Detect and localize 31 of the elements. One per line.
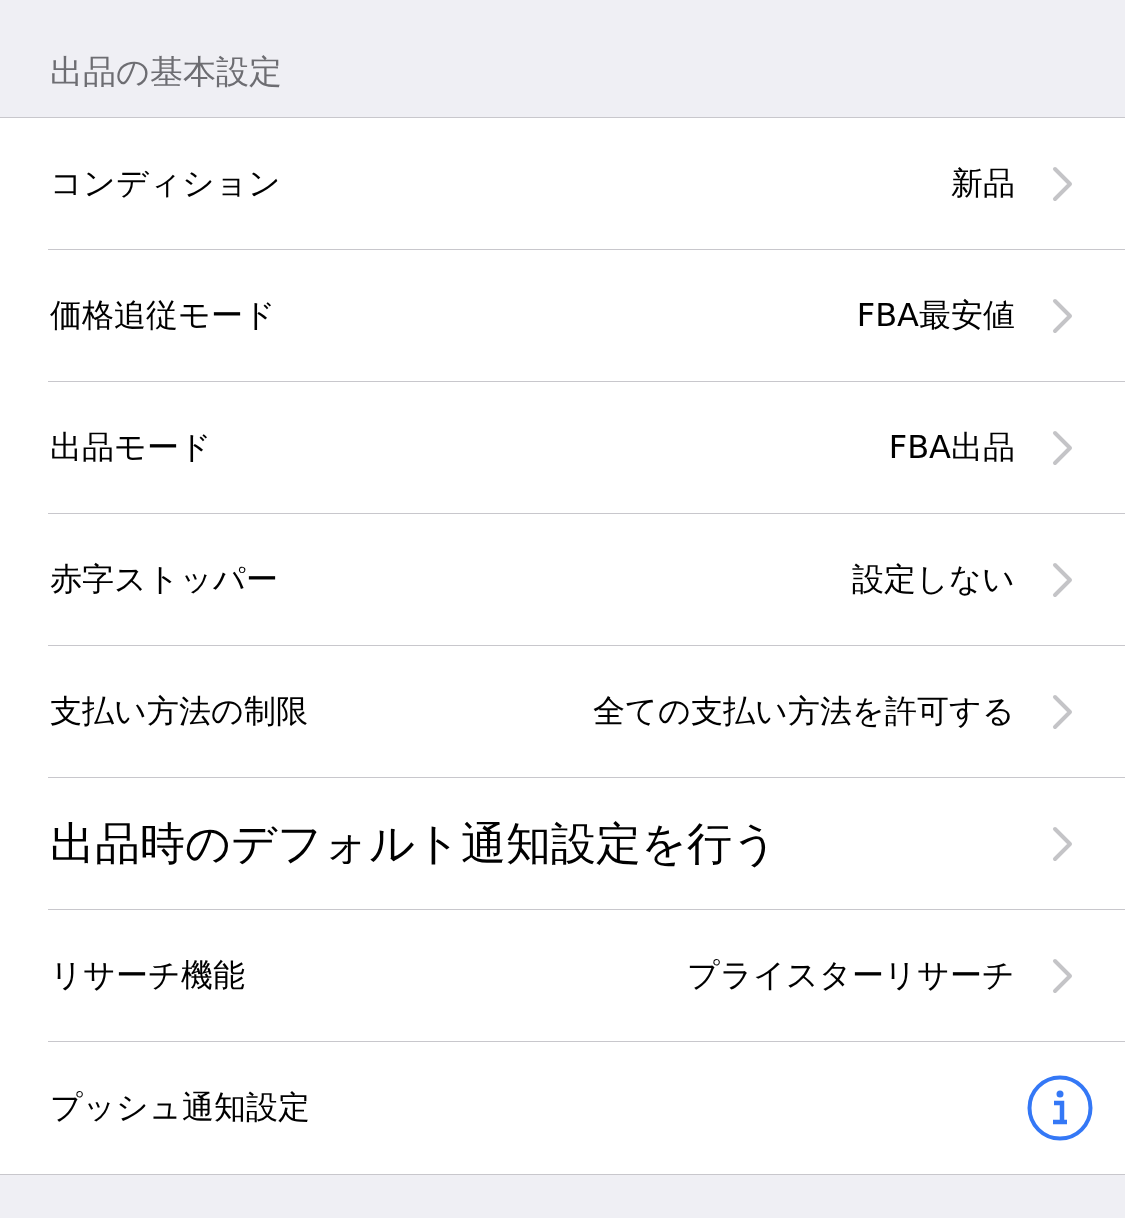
row-value: 新品 bbox=[951, 162, 1015, 204]
row-value: FBA最安値 bbox=[856, 294, 1015, 336]
row-label: 出品モード bbox=[49, 426, 213, 468]
chevron-icon bbox=[1051, 957, 1075, 994]
chevron-icon bbox=[1051, 165, 1075, 202]
row-value: 全ての支払い方法を許可する bbox=[593, 690, 1015, 732]
row-value: 設定しない bbox=[852, 558, 1015, 600]
settings-row[interactable]: リサーチ機能 プライスターリサーチ bbox=[48, 910, 1125, 1042]
row-value: FBA出品 bbox=[888, 426, 1015, 468]
chevron-icon bbox=[1051, 693, 1075, 730]
section-header: 出品の基本設定 bbox=[50, 52, 282, 91]
settings-row[interactable]: 出品モード FBA出品 bbox=[48, 382, 1125, 514]
settings-row[interactable]: 支払い方法の制限 全ての支払い方法を許可する bbox=[48, 646, 1125, 778]
info-icon[interactable] bbox=[1027, 1075, 1093, 1141]
row-label: 価格追従モード bbox=[49, 294, 277, 336]
row-label: コンディション bbox=[49, 162, 282, 204]
chevron-icon bbox=[1051, 825, 1075, 862]
settings-row[interactable]: 価格追従モード FBA最安値 bbox=[48, 250, 1125, 382]
chevron-icon bbox=[1051, 429, 1075, 466]
settings-row[interactable]: 赤字ストッパー 設定しない bbox=[48, 514, 1125, 646]
row-label: 出品時のデフォルト通知設定を行う bbox=[49, 815, 779, 872]
row-label: 赤字ストッパー bbox=[49, 558, 279, 600]
row-value: プライスターリサーチ bbox=[687, 954, 1015, 996]
settings-row[interactable]: プッシュ通知設定 bbox=[48, 1042, 1125, 1174]
row-label: リサーチ機能 bbox=[49, 954, 246, 996]
chevron-icon bbox=[1051, 561, 1075, 598]
chevron-icon bbox=[1051, 297, 1075, 334]
settings-row[interactable]: 出品時のデフォルト通知設定を行う bbox=[48, 778, 1125, 910]
row-label: 支払い方法の制限 bbox=[49, 690, 309, 732]
row-label: プッシュ通知設定 bbox=[49, 1087, 311, 1128]
settings-row[interactable]: コンディション 新品 bbox=[48, 118, 1125, 250]
